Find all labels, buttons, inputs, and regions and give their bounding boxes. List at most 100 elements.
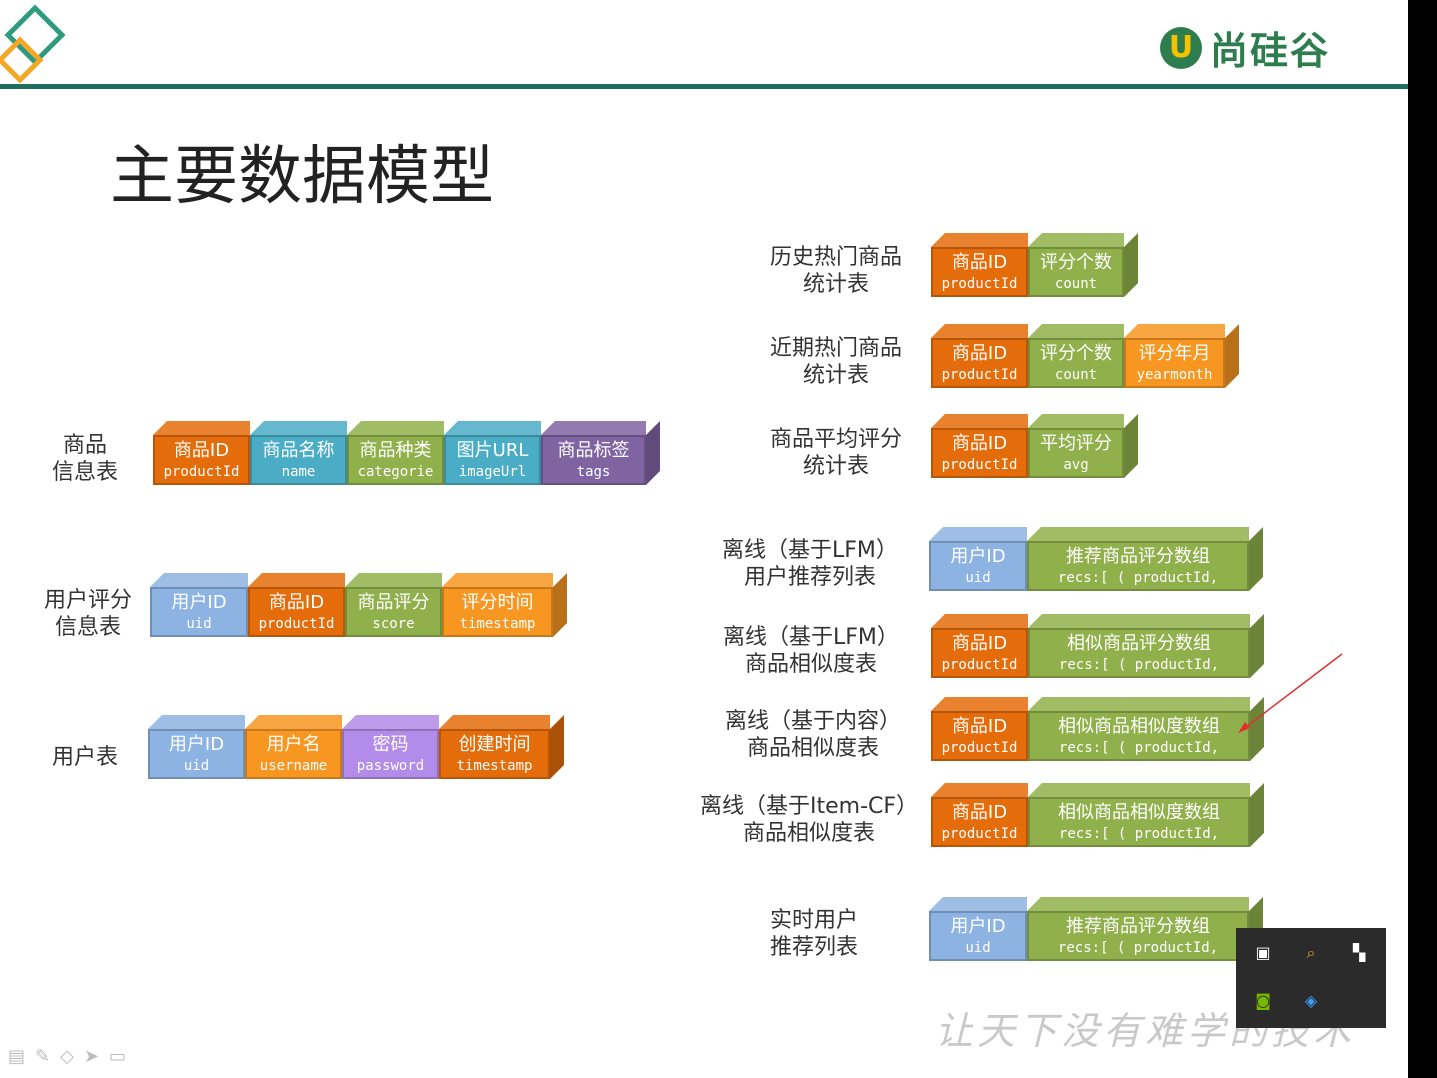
- field-label: 商品ID: [173, 440, 230, 461]
- field-label: 商品名称: [262, 440, 335, 461]
- bookmark-icon[interactable]: ▚: [1348, 942, 1370, 964]
- slides-icon[interactable]: ▤: [8, 1046, 25, 1067]
- field-cell: 评分个数 count: [1028, 247, 1124, 297]
- field-name-overflow: score ) ]: [1102, 590, 1174, 605]
- field-name: score: [372, 616, 415, 632]
- cell-top-face: [439, 715, 550, 729]
- table-label-line: 商品相似度表: [744, 652, 877, 677]
- cell-top-face: [1028, 414, 1124, 428]
- field-label: 创建时间: [458, 734, 531, 755]
- table-label-line: 实时用户: [770, 908, 859, 933]
- table-label-line: 推荐列表: [770, 935, 859, 960]
- field-name-overflow: score ) ]: [1103, 760, 1175, 775]
- cell-top-face: [250, 421, 347, 435]
- field-name: password: [356, 758, 425, 774]
- table-label-line: 商品相似度表: [747, 736, 880, 761]
- field-name: productId: [941, 276, 1018, 292]
- field-name: uid: [186, 616, 212, 632]
- table-label-line: 商品相似度表: [743, 821, 876, 846]
- field-label: 相似商品相似度数组: [1058, 802, 1220, 823]
- field-cell: 推荐商品评分数组 recs:[ ( productId, score ) ]: [1027, 911, 1249, 975]
- table-label-line: 信息表: [52, 460, 119, 485]
- cell-side-face: [646, 421, 660, 485]
- cell-top-face: [442, 573, 553, 587]
- field-label: 相似商品评分数组: [1067, 633, 1211, 654]
- field-name: productId: [941, 367, 1018, 383]
- field-cell: 商品ID productId: [931, 711, 1028, 761]
- field-label: 密码: [372, 734, 409, 755]
- field-name: count: [1054, 367, 1098, 383]
- table-label-line: 用户表: [52, 745, 119, 770]
- field-name: uid: [965, 940, 991, 956]
- cell-top-face: [931, 614, 1028, 628]
- field-name: username: [259, 758, 328, 774]
- cell-top-face: [931, 324, 1028, 338]
- pen-icon[interactable]: ✎: [35, 1046, 50, 1067]
- cell-top-face: [1027, 527, 1249, 541]
- cell-top-face: [347, 421, 444, 435]
- nvidia-icon[interactable]: ◙: [1252, 990, 1274, 1012]
- system-tray-popup: ▣ ⌕ ▚ ◙ ◈: [1236, 928, 1386, 1028]
- table-label: 离线（基于LFM） 商品相似度表: [723, 624, 899, 678]
- field-cell: 商品名称 name: [250, 435, 347, 485]
- field-label: 商品ID: [951, 802, 1008, 823]
- field-label: 评分个数: [1040, 252, 1112, 273]
- field-name: tags: [576, 464, 611, 480]
- field-label: 商品评分: [357, 592, 430, 613]
- field-cell: 相似商品评分数组 recs:[ ( productId, score ) ]: [1028, 628, 1250, 692]
- search-icon[interactable]: ⌕: [1300, 942, 1322, 964]
- field-cell: 商品种类 categorie s: [347, 435, 444, 499]
- field-label: 推荐商品评分数组: [1066, 546, 1210, 567]
- field-name: recs:[ ( productId,: [1057, 570, 1219, 586]
- field-cell: 用户ID uid: [148, 729, 245, 779]
- field-label: 商品标签: [557, 440, 630, 461]
- field-cell: 评分个数 count: [1028, 338, 1124, 388]
- cube-icon[interactable]: ◈: [1300, 990, 1322, 1012]
- field-name-overflow: score ) ]: [1103, 677, 1175, 692]
- cell-top-face: [153, 421, 250, 435]
- cell-top-face: [1028, 783, 1250, 797]
- cell-top-face: [342, 715, 439, 729]
- table-label-line: 商品平均评分: [770, 427, 903, 452]
- table-label-line: 用户评分: [44, 588, 133, 613]
- table-label: 商品 信息表: [52, 432, 118, 486]
- field-label: 评分时间: [461, 592, 534, 613]
- field-cell: 商品评分 score: [345, 587, 442, 637]
- field-label: 相似商品相似度数组: [1058, 716, 1220, 737]
- field-cell: 商品ID productId: [153, 435, 250, 485]
- field-name-overflow: s: [391, 484, 400, 499]
- cell-side-face: [1124, 414, 1138, 478]
- table-label: 历史热门商品 统计表: [770, 244, 902, 298]
- pointer-icon[interactable]: ➤: [84, 1046, 99, 1067]
- field-label: 用户ID: [168, 734, 225, 755]
- field-label: 商品ID: [951, 433, 1008, 454]
- field-cell: 平均评分 avg: [1028, 428, 1124, 478]
- cell-top-face: [345, 573, 442, 587]
- eraser-icon[interactable]: ◇: [60, 1046, 74, 1067]
- table-label-line: 统计表: [803, 454, 870, 479]
- cell-top-face: [931, 697, 1028, 711]
- cell-top-face: [929, 897, 1027, 911]
- device-icon[interactable]: ▣: [1252, 942, 1274, 964]
- field-name: recs:[ ( productId,: [1057, 940, 1219, 956]
- field-label: 平均评分: [1040, 433, 1112, 454]
- camera-icon[interactable]: ▭: [109, 1046, 126, 1067]
- field-cell: 商品ID productId: [931, 247, 1028, 297]
- screen-edge-bar: [1408, 0, 1437, 1078]
- table-label-line: 信息表: [55, 615, 122, 640]
- table-label-line: 统计表: [803, 272, 870, 297]
- slide-toolbar: ▤ ✎ ◇ ➤ ▭: [8, 1046, 126, 1067]
- table-label-line: 近期热门商品: [770, 336, 903, 361]
- field-cell: 商品ID productId: [248, 587, 345, 637]
- table-label: 用户评分 信息表: [44, 587, 132, 641]
- annotation-arrow-icon: [1238, 653, 1343, 733]
- field-name: yearmonth: [1136, 367, 1213, 383]
- cell-top-face: [1028, 697, 1250, 711]
- table-label: 近期热门商品 统计表: [770, 335, 902, 389]
- field-name: uid: [183, 758, 210, 774]
- cell-top-face: [245, 715, 342, 729]
- cell-side-face: [1249, 527, 1263, 591]
- table-label-line: 离线（基于Item-CF）: [700, 794, 919, 819]
- cell-side-face: [1225, 324, 1239, 388]
- field-cell: 评分时间 timestamp: [442, 587, 553, 637]
